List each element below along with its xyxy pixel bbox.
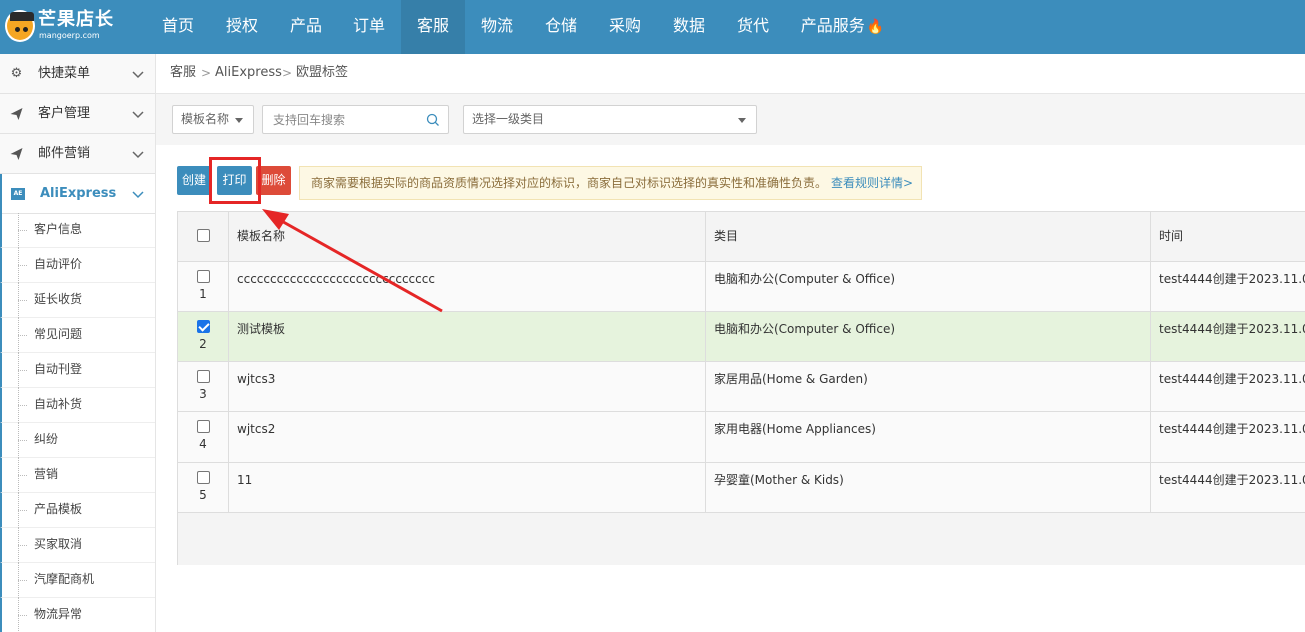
table-row[interactable]: 1 cccccccccccccccccccccccccccccc 电脑和办公(C… xyxy=(178,262,1305,312)
nav-warehouse[interactable]: 仓储 xyxy=(530,0,592,54)
row-number: 4 xyxy=(199,437,207,451)
gear-icon: ⚙ xyxy=(10,66,23,81)
row-checkbox[interactable] xyxy=(196,320,210,333)
select-all-checkbox[interactable] xyxy=(196,229,210,242)
chevron-down-icon xyxy=(132,151,144,159)
notice-banner: 商家需要根据实际的商品资质情况选择对应的标识，商家自己对标识选择的真实性和准确性… xyxy=(299,166,922,200)
mango-mascot-icon xyxy=(5,10,35,42)
cell-time: test4444创建于2023.11.01 xyxy=(1159,422,1305,436)
row-checkbox[interactable] xyxy=(196,370,210,383)
paper-plane-icon xyxy=(10,108,23,120)
search-field-select[interactable]: 模板名称 xyxy=(172,105,254,134)
cell-category: 家居用品(Home & Garden) xyxy=(706,362,1151,411)
row-number: 5 xyxy=(199,488,207,502)
sidebar-item-customer-info[interactable]: 客户信息 xyxy=(0,213,155,248)
header-template-name: 模板名称 xyxy=(229,212,706,261)
cell-template-name: 测试模板 xyxy=(229,312,706,361)
nav-logistics[interactable]: 物流 xyxy=(466,0,528,54)
sidebar-item-auto-restock[interactable]: 自动补货 xyxy=(0,388,155,423)
row-checkbox[interactable] xyxy=(196,471,210,484)
breadcrumb-separator: > xyxy=(201,66,212,80)
nav-product-services[interactable]: 产品服务 🔥 xyxy=(790,0,895,54)
template-table: 模板名称 类目 时间 1 ccccccccccccccccccccccccccc… xyxy=(177,211,1305,565)
breadcrumb-item-aliexpress[interactable]: AliExpress xyxy=(215,54,282,92)
cell-template-name: wjtcs3 xyxy=(229,362,706,411)
paper-plane-icon xyxy=(10,148,23,160)
cell-category: 家用电器(Home Appliances) xyxy=(706,412,1151,462)
cell-time: test4444创建于2023.11.02 xyxy=(1159,272,1305,286)
cell-time: test4444创建于2023.11.01 xyxy=(1159,473,1305,487)
sidebar-item-disputes[interactable]: 纠纷 xyxy=(0,423,155,458)
table-row[interactable]: 3 wjtcs3 家居用品(Home & Garden) test4444创建于… xyxy=(178,362,1305,412)
row-number: 2 xyxy=(199,337,207,351)
nav-forwarder[interactable]: 货代 xyxy=(722,0,784,54)
caret-down-icon xyxy=(738,118,746,123)
delete-button[interactable]: 删除 xyxy=(256,166,291,195)
filter-bar: 模板名称 选择一级类目 xyxy=(156,94,1305,145)
chevron-down-icon xyxy=(132,191,144,199)
nav-authorize[interactable]: 授权 xyxy=(211,0,273,54)
top-navbar: 芒果店长 mangoerp.com 首页 授权 产品 订单 客服 物流 仓储 采… xyxy=(0,0,1305,54)
nav-customer-service[interactable]: 客服 xyxy=(401,0,465,54)
search-icon[interactable] xyxy=(426,113,440,127)
sidebar-group-shortcuts[interactable]: ⚙ 快捷菜单 xyxy=(0,54,155,94)
sidebar: ⚙ 快捷菜单 客户管理 邮件营销 AE AliExpress 客户信息 自动评价… xyxy=(0,54,156,632)
row-checkbox[interactable] xyxy=(196,420,210,433)
search-input[interactable] xyxy=(263,106,423,133)
cell-template-name: wjtcs2 xyxy=(229,412,706,462)
cell-category: 电脑和办公(Computer & Office) xyxy=(706,312,1151,361)
sidebar-item-faq[interactable]: 常见问题 xyxy=(0,318,155,353)
notice-text: 商家需要根据实际的商品资质情况选择对应的标识，商家自己对标识选择的真实性和准确性… xyxy=(311,176,828,190)
category-select[interactable]: 选择一级类目 xyxy=(463,105,757,134)
search-box xyxy=(262,105,449,134)
header-time: 时间 xyxy=(1159,229,1184,243)
highlight-box xyxy=(209,157,261,204)
row-number: 3 xyxy=(199,387,207,401)
header-checkbox-cell xyxy=(178,212,229,261)
sidebar-item-buyer-cancel[interactable]: 买家取消 xyxy=(0,528,155,563)
fire-icon: 🔥 xyxy=(866,19,885,35)
sidebar-group-aliexpress[interactable]: AE AliExpress xyxy=(0,174,155,214)
table-header: 模板名称 类目 时间 xyxy=(178,212,1305,262)
nav-home[interactable]: 首页 xyxy=(147,0,209,54)
cell-category: 孕婴童(Mother & Kids) xyxy=(706,463,1151,512)
sidebar-item-auto-listing[interactable]: 自动刊登 xyxy=(0,353,155,388)
cell-category: 电脑和办公(Computer & Office) xyxy=(706,262,1151,311)
sidebar-item-product-templates[interactable]: 产品模板 xyxy=(0,493,155,528)
brand-subtitle: mangoerp.com xyxy=(39,31,100,40)
table-row[interactable]: 4 wjtcs2 家用电器(Home Appliances) test4444创… xyxy=(178,412,1305,463)
caret-down-icon xyxy=(235,118,243,123)
breadcrumb-item-customer-service[interactable]: 客服 xyxy=(170,54,196,92)
brand-logo[interactable]: 芒果店长 mangoerp.com xyxy=(5,8,130,46)
cell-time: test4444创建于2023.11.02 xyxy=(1159,372,1305,386)
breadcrumb-item-eu-label: 欧盟标签 xyxy=(296,65,349,80)
sidebar-item-logistics-exceptions[interactable]: 物流异常 xyxy=(0,598,155,632)
nav-products[interactable]: 产品 xyxy=(275,0,337,54)
nav-purchase[interactable]: 采购 xyxy=(594,0,656,54)
row-number: 1 xyxy=(199,287,207,301)
aliexpress-icon: AE xyxy=(11,188,25,200)
breadcrumb-separator: > xyxy=(282,66,293,80)
row-checkbox[interactable] xyxy=(196,270,210,283)
sidebar-item-auto-parts[interactable]: 汽摩配商机 xyxy=(0,563,155,598)
chevron-down-icon xyxy=(132,111,144,119)
cell-time: test4444创建于2023.11.02 xyxy=(1159,322,1305,336)
breadcrumb: 客服 > AliExpress > 欧盟标签 xyxy=(156,54,1305,94)
cell-template-name: 11 xyxy=(229,463,706,512)
sidebar-item-auto-review[interactable]: 自动评价 xyxy=(0,248,155,283)
brand-title: 芒果店长 xyxy=(38,9,114,30)
create-button[interactable]: 创建 xyxy=(177,166,211,195)
sidebar-group-email[interactable]: 邮件营销 xyxy=(0,134,155,174)
header-category: 类目 xyxy=(706,212,1151,261)
rules-detail-link[interactable]: 查看规则详情> xyxy=(831,176,913,190)
nav-data[interactable]: 数据 xyxy=(658,0,720,54)
cell-template-name: cccccccccccccccccccccccccccccc xyxy=(229,262,706,311)
sidebar-group-customers[interactable]: 客户管理 xyxy=(0,94,155,134)
table-row[interactable]: 2 测试模板 电脑和办公(Computer & Office) test4444… xyxy=(178,312,1305,362)
sidebar-item-marketing[interactable]: 营销 xyxy=(0,458,155,493)
chevron-down-icon xyxy=(132,71,144,79)
nav-orders[interactable]: 订单 xyxy=(338,0,400,54)
sidebar-item-extend-receipt[interactable]: 延长收货 xyxy=(0,283,155,318)
table-row[interactable]: 5 11 孕婴童(Mother & Kids) test4444创建于2023.… xyxy=(178,463,1305,513)
